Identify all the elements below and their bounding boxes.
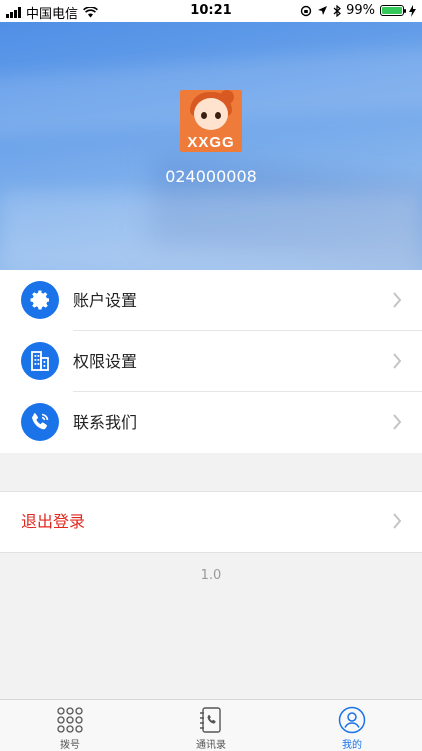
tab-label: 通讯录 bbox=[196, 740, 226, 751]
account-id: 024000008 bbox=[165, 167, 257, 186]
chevron-right-icon bbox=[393, 513, 402, 529]
status-bar: 中国电信 10:21 99% bbox=[0, 0, 422, 22]
menu-item-label: 联系我们 bbox=[73, 413, 138, 432]
avatar[interactable]: XXGG bbox=[180, 90, 242, 152]
menu-item-label: 权限设置 bbox=[73, 352, 138, 371]
profile-header: XXGG 024000008 bbox=[0, 22, 422, 270]
tab-label: 拨号 bbox=[60, 740, 80, 751]
tab-dial[interactable]: 拨号 bbox=[0, 700, 140, 751]
location-icon bbox=[318, 6, 328, 15]
orientation-lock-icon bbox=[300, 5, 312, 16]
keypad-icon bbox=[57, 707, 83, 733]
building-icon bbox=[21, 342, 59, 380]
contacts-book-icon bbox=[200, 707, 221, 733]
menu-item-account-settings[interactable]: 账户设置 bbox=[0, 270, 422, 331]
phone-icon bbox=[21, 403, 59, 441]
chevron-right-icon bbox=[393, 292, 402, 308]
tab-contacts[interactable]: 通讯录 bbox=[141, 700, 281, 751]
chevron-right-icon bbox=[393, 353, 402, 369]
tab-bar: 拨号 通讯录 我的 bbox=[0, 699, 422, 751]
menu-item-permission-settings[interactable]: 权限设置 bbox=[0, 331, 422, 392]
battery-fill bbox=[382, 7, 402, 14]
menu-item-label: 账户设置 bbox=[73, 291, 138, 310]
gear-icon bbox=[21, 281, 59, 319]
battery-percent: 99% bbox=[346, 3, 375, 18]
battery-icon bbox=[380, 5, 406, 16]
avatar-logo-text: XXGG bbox=[187, 134, 235, 151]
chevron-right-icon bbox=[393, 414, 402, 430]
user-icon bbox=[338, 706, 366, 734]
tab-label: 我的 bbox=[342, 740, 362, 751]
status-right: 99% bbox=[300, 3, 416, 18]
charging-icon bbox=[409, 4, 416, 17]
settings-menu: 账户设置 权限设置 联系我们 bbox=[0, 270, 422, 453]
logout-label: 退出登录 bbox=[21, 512, 86, 531]
tab-mine[interactable]: 我的 bbox=[282, 700, 422, 751]
menu-item-contact-us[interactable]: 联系我们 bbox=[0, 392, 422, 453]
bluetooth-icon bbox=[333, 4, 342, 17]
version-label: 1.0 bbox=[200, 568, 222, 583]
logout-button[interactable]: 退出登录 bbox=[0, 491, 422, 553]
